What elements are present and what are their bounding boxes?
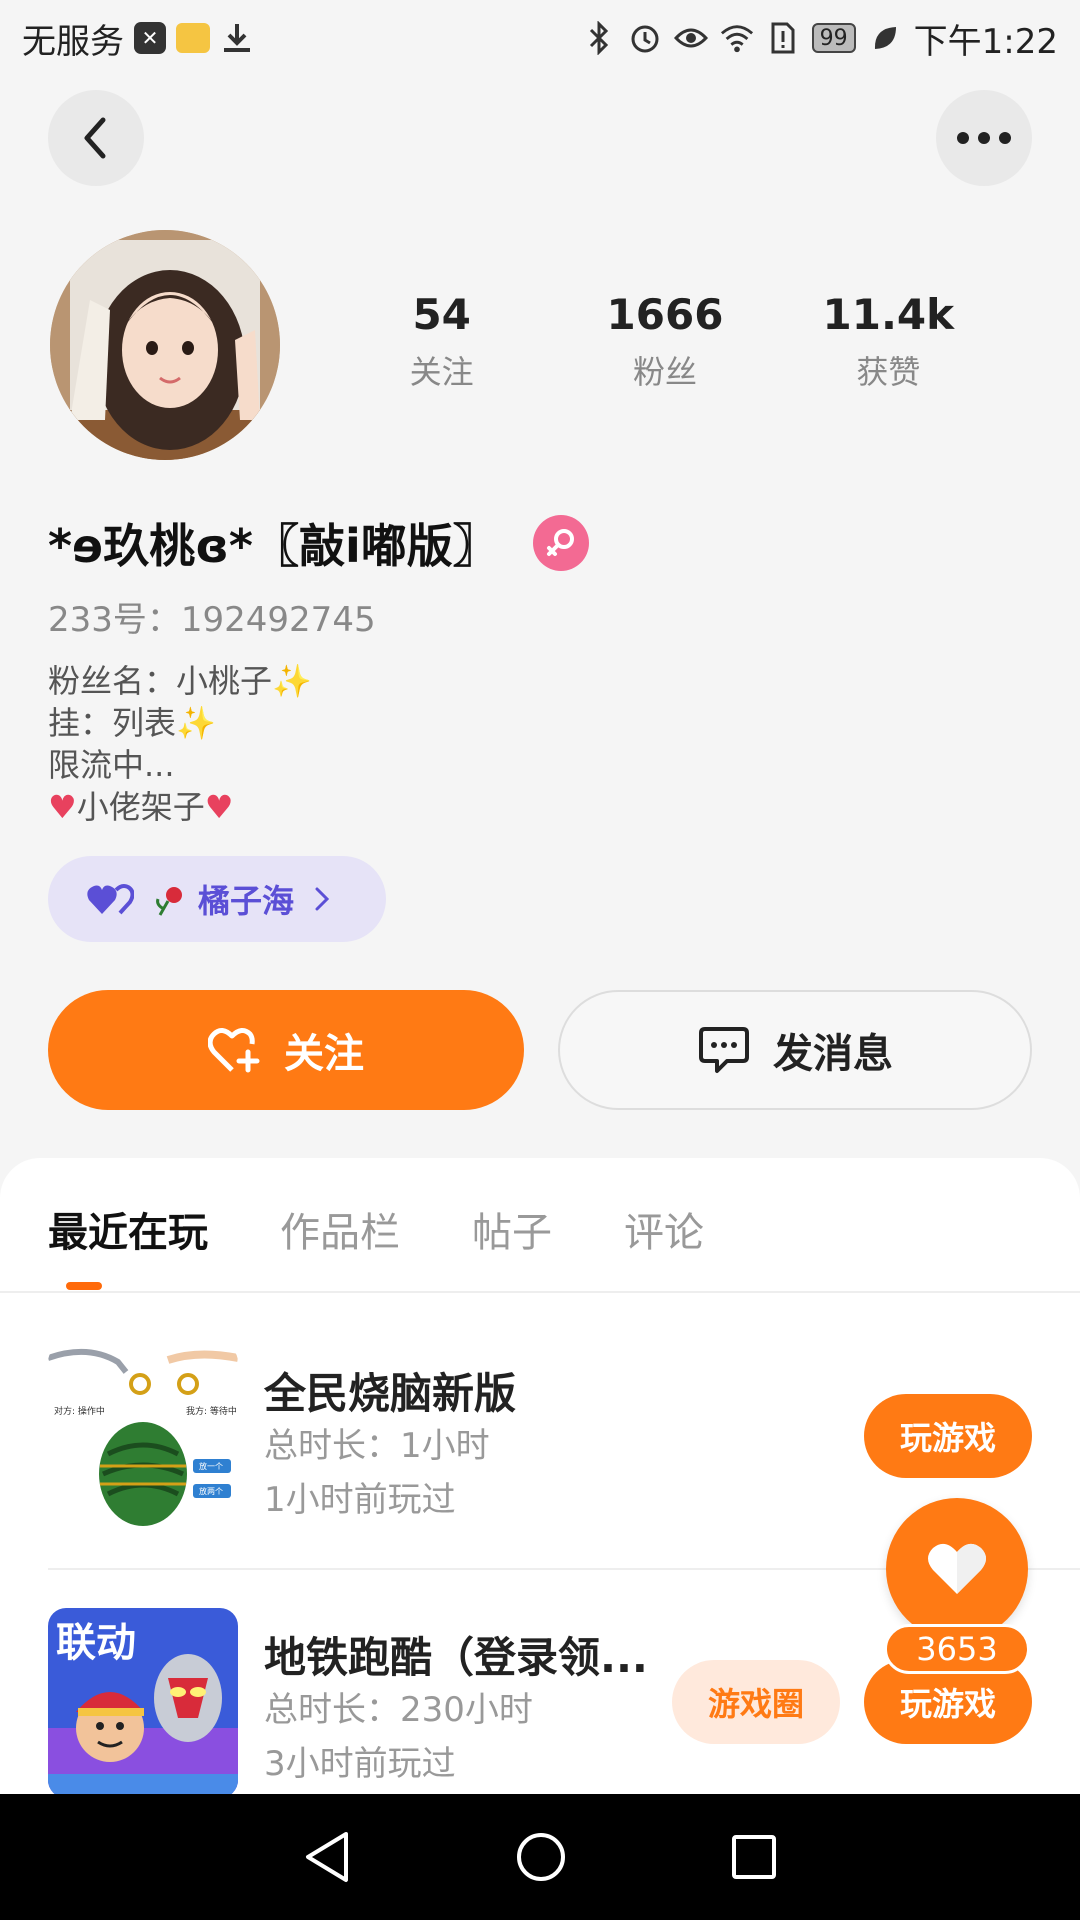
more-button[interactable] bbox=[936, 90, 1032, 186]
notes-notification-icon bbox=[176, 23, 210, 53]
thumb-text: 放两个 bbox=[199, 1486, 223, 1496]
game-last-played: 3小时前玩过 bbox=[264, 1744, 456, 1784]
tab-works[interactable]: 作品栏 bbox=[280, 1200, 400, 1258]
user-id: 233号：192492745 bbox=[48, 600, 376, 640]
game-duration: 总时长：1小时 bbox=[264, 1426, 490, 1466]
tab-posts[interactable]: 帖子 bbox=[472, 1200, 552, 1258]
stat-value: 54 bbox=[412, 290, 471, 339]
status-bar: 无服务 ✕ 99 下午1:22 bbox=[0, 0, 1080, 76]
stat-likes[interactable]: 11.4k 获赞 bbox=[777, 290, 1000, 393]
alarm-icon bbox=[628, 21, 662, 55]
heart-plus-icon bbox=[208, 1028, 260, 1073]
bio-line: 粉丝名：小桃子 bbox=[48, 662, 273, 700]
game-duration: 总时长：230小时 bbox=[264, 1690, 533, 1730]
thumb-text: 联动 bbox=[56, 1620, 136, 1666]
sparkle-icon: ✨ bbox=[272, 662, 312, 700]
bio-line: 小佬架子 bbox=[76, 788, 205, 826]
system-navigation-bar bbox=[0, 1794, 1080, 1920]
chat-bubble-icon bbox=[699, 1027, 749, 1073]
heart-icon bbox=[928, 1543, 986, 1594]
back-button[interactable] bbox=[48, 90, 144, 186]
bio: 粉丝名：小桃子✨ 挂：列表✨ 限流中... ♥小佬架子♥ bbox=[48, 660, 312, 828]
sparkle-icon: ✨ bbox=[176, 704, 216, 742]
home-circle-icon[interactable] bbox=[515, 1831, 567, 1883]
profile-stats: 54 关注 1666 粉丝 11.4k 获赞 bbox=[330, 290, 1000, 393]
bio-line: 限流中... bbox=[48, 746, 175, 784]
fan-club-label: 橘子海 bbox=[198, 882, 295, 920]
wifi-icon bbox=[720, 21, 754, 55]
fan-club-button[interactable]: 橘子海 bbox=[48, 856, 386, 942]
download-icon bbox=[220, 21, 254, 55]
tab-indicator bbox=[66, 1282, 102, 1290]
play-game-button[interactable]: 玩游戏 bbox=[864, 1394, 1032, 1478]
stat-label: 关注 bbox=[409, 353, 474, 391]
stat-label: 获赞 bbox=[856, 353, 921, 391]
rose-icon bbox=[156, 887, 182, 916]
thumb-text: 对方: 操作中 bbox=[54, 1405, 105, 1417]
game-thumbnail: 对方: 操作中 我方: 等待中 放一个 放两个 bbox=[48, 1344, 238, 1534]
bio-line: 挂：列表 bbox=[48, 704, 177, 742]
follow-label: 关注 bbox=[284, 1031, 364, 1077]
avatar[interactable] bbox=[50, 230, 280, 460]
thumb-text: 我方: 等待中 bbox=[186, 1405, 237, 1417]
tab-bar: 最近在玩 作品栏 帖子 评论 bbox=[48, 1200, 704, 1258]
stat-value: 1666 bbox=[606, 290, 724, 339]
time-text: 下午1:22 bbox=[913, 21, 1058, 62]
thumb-text: 放一个 bbox=[199, 1461, 223, 1471]
name-row: *ɘ玖桃ɞ*〖敲i嘟版〗 bbox=[48, 510, 589, 576]
chevron-left-icon bbox=[84, 117, 106, 159]
content-panel: 最近在玩 作品栏 帖子 评论 对方: 操作中 我方: 等待中 放一个 放两个 全… bbox=[0, 1158, 1080, 1794]
follow-button[interactable]: 关注 bbox=[48, 990, 524, 1110]
tabs-divider bbox=[0, 1291, 1080, 1293]
carrier-text: 无服务 bbox=[22, 21, 124, 62]
leaf-icon bbox=[868, 21, 902, 55]
game-title: 全民烧脑新版 bbox=[264, 1369, 517, 1418]
back-triangle-icon[interactable] bbox=[302, 1830, 352, 1884]
heart-icon: ♥ bbox=[48, 788, 77, 826]
message-label: 发消息 bbox=[773, 1031, 893, 1077]
tab-recent-played[interactable]: 最近在玩 bbox=[48, 1200, 208, 1258]
avatar-photo bbox=[50, 230, 280, 460]
like-count: 3653 bbox=[884, 1624, 1030, 1674]
stat-following[interactable]: 54 关注 bbox=[330, 290, 553, 393]
tab-comments[interactable]: 评论 bbox=[624, 1200, 704, 1258]
user-name: *ɘ玖桃ɞ*〖敲i嘟版〗 bbox=[48, 519, 499, 573]
bluetooth-icon bbox=[582, 21, 616, 55]
like-button[interactable] bbox=[886, 1498, 1028, 1640]
female-icon bbox=[532, 515, 589, 571]
sim-alert-icon bbox=[766, 21, 800, 55]
game-circle-button[interactable]: 游戏圈 bbox=[672, 1660, 840, 1744]
recents-square-icon[interactable] bbox=[730, 1833, 778, 1881]
stat-label: 粉丝 bbox=[632, 353, 697, 391]
eye-icon bbox=[673, 21, 708, 55]
game-thumbnail: 联动 bbox=[48, 1608, 238, 1794]
message-button[interactable]: 发消息 bbox=[558, 990, 1032, 1110]
more-dots-icon bbox=[957, 132, 1011, 144]
battery-indicator: 99 bbox=[811, 23, 856, 53]
chevron-right-icon bbox=[315, 887, 330, 911]
double-heart-icon bbox=[87, 884, 134, 915]
game-title: 地铁跑酷（登录领... bbox=[264, 1633, 648, 1682]
stat-value: 11.4k bbox=[822, 290, 955, 339]
app-notification-icon: ✕ bbox=[134, 22, 166, 54]
heart-icon: ♥ bbox=[204, 788, 234, 826]
stat-followers[interactable]: 1666 粉丝 bbox=[553, 290, 776, 393]
game-last-played: 1小时前玩过 bbox=[264, 1480, 456, 1520]
